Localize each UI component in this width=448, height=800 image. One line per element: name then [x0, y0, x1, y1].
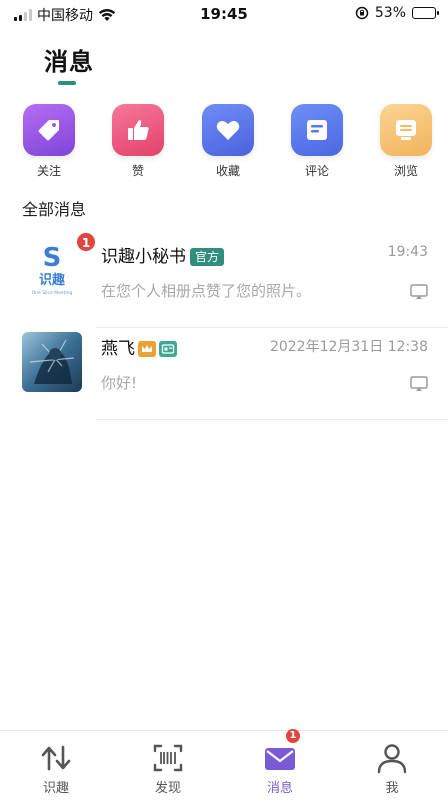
- person-icon: [377, 744, 407, 774]
- shortcut-label: 赞: [131, 164, 144, 178]
- tab-label: 我: [385, 781, 399, 796]
- shortcut-label: 浏览: [393, 164, 418, 178]
- shortcut-row: 关注 赞 收藏 评论 浏览: [0, 104, 448, 184]
- tab-shiqu[interactable]: 识趣: [0, 731, 112, 800]
- tab-label: 消息: [266, 781, 293, 796]
- message-time: 2022年12月31日 12:38: [269, 339, 428, 355]
- avatar: S 识趣 One Slice Meeting: [22, 240, 82, 300]
- tab-unread-badge: 1: [286, 729, 300, 743]
- shortcut-browse[interactable]: 浏览: [374, 104, 438, 179]
- browse-icon: [380, 104, 432, 156]
- conversation-item[interactable]: 燕飞 2022年12月31日 12:38 你好!: [0, 332, 448, 420]
- battery-icon: [412, 7, 439, 19]
- conversation-item[interactable]: S 识趣 One Slice Meeting 1 识趣小秘书 官方 19:43 在…: [0, 232, 448, 328]
- divider: [96, 419, 448, 420]
- tab-label: 识趣: [42, 781, 69, 796]
- shortcut-favorites[interactable]: 收藏: [196, 104, 260, 179]
- screen-icon: [410, 284, 428, 299]
- crown-badge-icon: [138, 341, 156, 357]
- tab-label: 发现: [154, 781, 181, 796]
- shortcut-label: 收藏: [215, 164, 240, 178]
- shortcut-like[interactable]: 赞: [106, 104, 170, 179]
- rotation-lock-icon: [355, 6, 369, 20]
- shortcut-label: 关注: [36, 164, 61, 178]
- battery-percent: 53%: [374, 5, 406, 21]
- avatar-logo-subtext: One Slice Meeting: [32, 290, 73, 296]
- mail-icon: [265, 748, 295, 770]
- shortcut-label: 评论: [304, 164, 329, 178]
- comment-icon: [291, 104, 343, 156]
- tab-messages[interactable]: 1 消息: [224, 729, 336, 800]
- page-title: 消息: [44, 48, 94, 76]
- message-preview: 在您个人相册点赞了您的照片。: [101, 282, 312, 300]
- svg-text:S: S: [43, 243, 62, 273]
- avatar: [22, 332, 82, 392]
- thumbs-up-icon: [112, 104, 164, 156]
- screen-icon: [410, 376, 428, 391]
- unread-badge: 1: [76, 232, 96, 252]
- conversation-name: 识趣小秘书 官方: [101, 242, 225, 267]
- swap-arrows-icon: [41, 745, 71, 771]
- official-tag: 官方: [190, 248, 225, 266]
- conversation-name: 燕飞: [101, 334, 177, 359]
- message-time: 19:43: [387, 244, 428, 260]
- divider: [96, 327, 448, 328]
- message-preview: 你好!: [101, 374, 138, 392]
- status-bar: 中国移动 19:45 53%: [0, 0, 448, 30]
- heart-icon: [202, 104, 254, 156]
- barcode-scan-icon: [153, 744, 183, 772]
- sender-name: 识趣小秘书: [101, 247, 186, 267]
- card-badge-icon: [159, 341, 177, 357]
- shortcut-comments[interactable]: 评论: [285, 104, 349, 179]
- tab-me[interactable]: 我: [336, 731, 448, 800]
- tag-icon: [23, 104, 75, 156]
- section-label-all-messages: 全部消息: [22, 200, 87, 219]
- bottom-tab-bar: 识趣 发现 1 消息 我: [0, 729, 448, 800]
- sender-name: 燕飞: [101, 339, 135, 359]
- title-underline: [58, 81, 76, 85]
- avatar-logo-text: 识趣: [39, 272, 66, 288]
- shortcut-follow[interactable]: 关注: [17, 104, 81, 179]
- tab-discover[interactable]: 发现: [112, 731, 224, 800]
